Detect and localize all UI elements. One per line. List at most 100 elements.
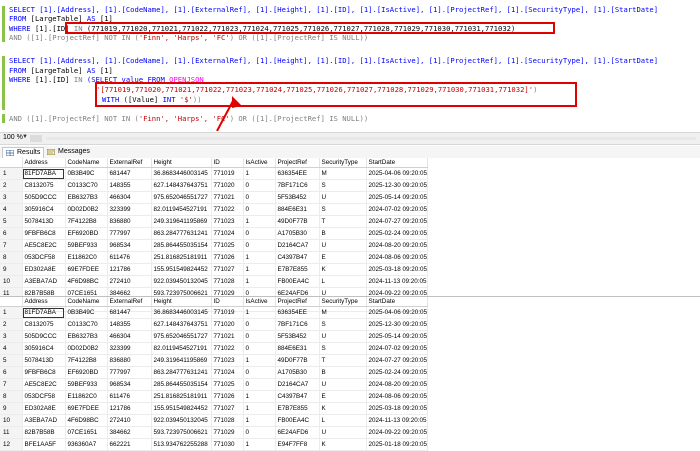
tab-results[interactable]: Results (2, 147, 45, 158)
row-number[interactable]: 10 (0, 414, 23, 427)
table-cell[interactable]: S (319, 179, 367, 192)
table-cell[interactable]: 771029 (211, 426, 244, 439)
table-cell[interactable]: 2024-07-27 09:20:05.320 (366, 215, 428, 228)
table-cell[interactable]: A3EBA7AD (22, 414, 66, 427)
table-cell[interactable]: S (319, 203, 367, 216)
zoom-dropdown-icon[interactable]: ▼ (22, 134, 28, 140)
table-cell[interactable]: 513.934762255288 (151, 438, 212, 451)
table-cell[interactable]: E (319, 390, 367, 403)
table-cell[interactable]: 771019 (211, 306, 244, 319)
table-cell[interactable]: D2164CA7 (275, 239, 320, 252)
table-cell[interactable]: 2024-08-06 09:20:05.320 (366, 390, 428, 403)
table-cell[interactable]: B (319, 227, 367, 240)
table-cell[interactable]: 2025-04-06 09:20:05.320 (366, 167, 428, 180)
table-cell[interactable]: 771022 (211, 342, 244, 355)
table-cell[interactable]: 975.652046551727 (151, 330, 212, 343)
table-cell[interactable]: 0 (243, 318, 276, 331)
table-cell[interactable]: 771021 (211, 330, 244, 343)
table-cell[interactable]: 1 (243, 306, 276, 319)
table-cell[interactable]: 662221 (107, 438, 152, 451)
table-cell[interactable]: 863.284777631241 (151, 366, 212, 379)
table-cell[interactable]: 148355 (107, 179, 152, 192)
table-cell[interactable]: 771025 (211, 239, 244, 252)
column-header[interactable]: Height (151, 297, 212, 307)
table-cell[interactable]: 466304 (107, 191, 152, 204)
table-cell[interactable]: 69E7FDEE (65, 402, 108, 415)
table-cell[interactable]: 5F53B452 (275, 330, 320, 343)
column-header[interactable]: SecurityType (319, 297, 367, 307)
table-cell[interactable]: 681447 (107, 306, 152, 319)
table-cell[interactable]: 59BEF933 (65, 378, 108, 391)
table-cell[interactable]: 627.148437643751 (151, 318, 212, 331)
table-cell[interactable]: 771020 (211, 318, 244, 331)
table-cell[interactable]: 884E6E31 (275, 342, 320, 355)
table-cell[interactable]: M (319, 306, 367, 319)
table-cell[interactable]: 82.0119454527191 (151, 203, 212, 216)
table-row[interactable]: 7 AE5C8E2C 59BEF933 968534 285.864455035154 7… (0, 378, 428, 391)
table-cell[interactable]: T (319, 354, 367, 367)
table-cell[interactable]: AE5C8E2C (22, 239, 66, 252)
row-number[interactable]: 6 (0, 366, 23, 379)
table-cell[interactable]: A1705B30 (275, 366, 320, 379)
table-cell[interactable]: 272410 (107, 414, 152, 427)
table-cell[interactable]: 2024-08-06 09:20:05.320 (366, 251, 428, 264)
table-cell[interactable]: 2024-09-22 09:20:05.320 (366, 426, 428, 439)
table-cell[interactable]: EB6327B3 (65, 191, 108, 204)
row-number[interactable]: 1 (0, 306, 23, 319)
table-cell[interactable]: K (319, 263, 367, 276)
table-cell[interactable]: 681447 (107, 167, 152, 180)
row-number[interactable]: 6 (0, 227, 23, 240)
table-cell[interactable]: AE5C8E2C (22, 378, 66, 391)
row-number[interactable]: 7 (0, 378, 23, 391)
table-cell[interactable]: M (319, 167, 367, 180)
column-header[interactable]: StartDate (366, 158, 428, 168)
column-header[interactable]: ExternalRef (107, 297, 152, 307)
row-number[interactable]: 1 (0, 167, 23, 180)
table-cell[interactable]: 2025-05-14 09:20:05.320 (366, 191, 428, 204)
table-row[interactable]: 10 A3EBA7AD 4F6D98BC 272410 922.039450132045… (0, 275, 428, 288)
table-cell[interactable]: 771021 (211, 191, 244, 204)
table-cell[interactable]: 771020 (211, 179, 244, 192)
table-cell[interactable]: D2164CA7 (275, 378, 320, 391)
table-cell[interactable]: 771023 (211, 215, 244, 228)
column-header[interactable]: Address (22, 297, 66, 307)
results-grid-2[interactable]: Address CodeName ExternalRef Height ID IsActi… (0, 297, 428, 451)
table-row[interactable]: 5 5078413D 7F4122B8 836880 249.319641195869 7… (0, 215, 428, 228)
table-cell[interactable]: 771019 (211, 167, 244, 180)
table-cell[interactable]: 249.319641195869 (151, 215, 212, 228)
table-cell[interactable]: A3EBA7AD (22, 275, 66, 288)
table-cell[interactable]: ED302A8E (22, 263, 66, 276)
table-cell[interactable]: 2025-12-30 09:20:05.320 (366, 318, 428, 331)
table-row[interactable]: 2 C8132075 C0133C70 148355 627.148437643751 7… (0, 318, 428, 331)
column-header[interactable]: ID (211, 158, 244, 168)
table-cell[interactable]: 7BF171C6 (275, 318, 320, 331)
table-cell[interactable]: S (319, 318, 367, 331)
table-cell[interactable]: 2025-05-14 09:20:05.320 (366, 330, 428, 343)
row-number[interactable]: 8 (0, 251, 23, 264)
table-cell[interactable]: 0D02D0B2 (65, 203, 108, 216)
table-cell[interactable]: 771027 (211, 402, 244, 415)
grid-corner[interactable] (0, 158, 23, 168)
table-cell[interactable]: 0D02D0B2 (65, 342, 108, 355)
table-cell[interactable]: 305916C4 (22, 342, 66, 355)
table-cell[interactable]: 968534 (107, 378, 152, 391)
table-cell[interactable]: 771027 (211, 263, 244, 276)
table-cell[interactable]: 611476 (107, 251, 152, 264)
table-cell[interactable]: 323399 (107, 342, 152, 355)
table-row[interactable]: 4 305916C4 0D02D0B2 323399 82.0119454527191 7… (0, 342, 428, 355)
table-cell[interactable]: 2024-07-02 09:20:05.320 (366, 203, 428, 216)
column-header[interactable]: ProjectRef (275, 158, 320, 168)
table-cell[interactable]: 2024-08-20 09:20:05.320 (366, 378, 428, 391)
zoom-level[interactable]: 100 % (3, 134, 23, 141)
table-cell[interactable]: EF6920BD (65, 227, 108, 240)
table-cell[interactable]: U (319, 239, 367, 252)
table-cell[interactable]: 1 (243, 414, 276, 427)
table-cell[interactable]: 81FD7ABA (22, 306, 66, 319)
row-number[interactable]: 12 (0, 438, 23, 451)
table-cell[interactable]: 2024-07-27 09:20:05.320 (366, 354, 428, 367)
table-row[interactable]: 6 9FBFB6C8 EF6920BD 777997 863.284777631241 7… (0, 227, 428, 240)
table-cell[interactable]: 836880 (107, 354, 152, 367)
table-cell[interactable]: 466304 (107, 330, 152, 343)
table-cell[interactable]: 777997 (107, 366, 152, 379)
column-header[interactable]: StartDate (366, 297, 428, 307)
